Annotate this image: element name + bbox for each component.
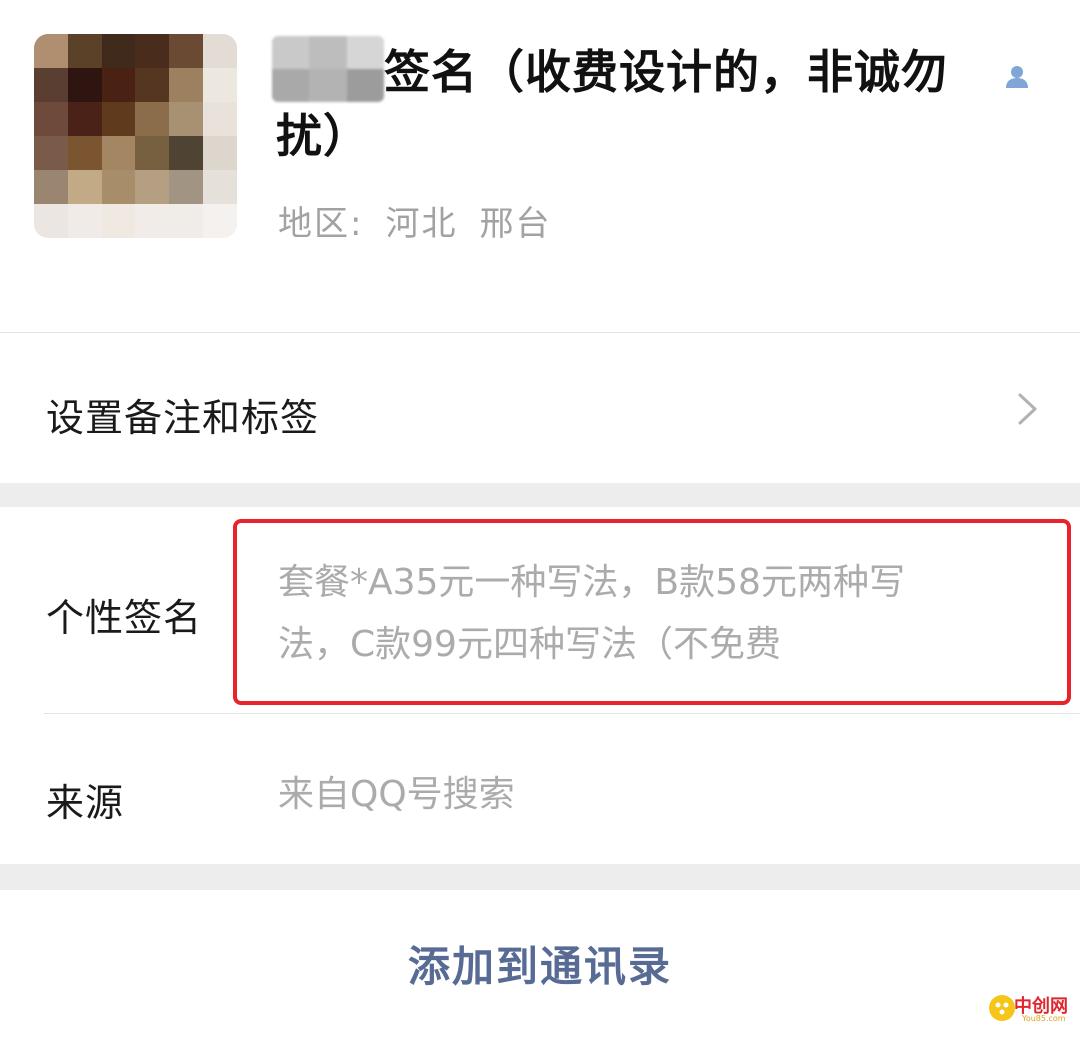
person-icon xyxy=(1006,66,1028,88)
section-separator xyxy=(0,483,1080,507)
region-city: 邢台 xyxy=(479,204,552,244)
signature-label: 个性签名 xyxy=(46,596,203,640)
red-highlight-box xyxy=(233,519,1071,705)
region-label: 地区: xyxy=(278,204,364,244)
avatar[interactable] xyxy=(34,34,237,238)
remark-tags-row[interactable]: 设置备注和标签 xyxy=(0,333,1080,483)
chevron-right-icon xyxy=(1018,393,1037,425)
region-info: 地区: 河北 邢台 xyxy=(278,196,573,245)
region-province: 河北 xyxy=(385,204,458,244)
watermark-subtext: You85.com xyxy=(1022,1014,1066,1023)
section-separator xyxy=(0,864,1080,890)
source-value: 来自QQ号搜索 xyxy=(278,774,515,815)
source-row: 来源 来自QQ号搜索 xyxy=(0,714,1080,864)
source-label: 来源 xyxy=(46,781,125,825)
remark-tags-label: 设置备注和标签 xyxy=(46,396,320,440)
profile-nickname: 签名（收费设计的，非诚勿扰） xyxy=(276,45,948,163)
add-to-contacts-button[interactable]: 添加到通讯录 xyxy=(0,890,1080,1037)
